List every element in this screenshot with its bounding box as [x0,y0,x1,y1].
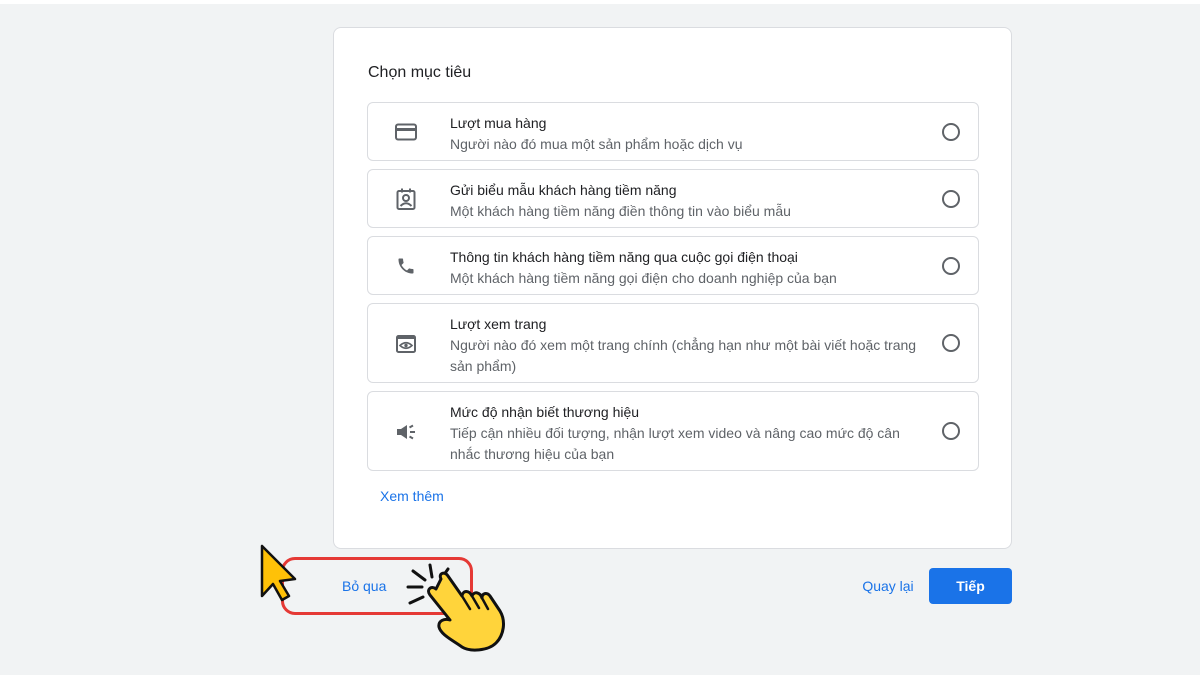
radio-brand-awareness[interactable] [942,422,960,440]
option-title: Mức độ nhận biết thương hiệu [450,404,640,420]
option-description: Tiếp cận nhiều đối tượng, nhận lượt xem … [450,425,900,462]
contact-form-icon [394,187,418,211]
radio-purchase[interactable] [942,123,960,141]
option-description: Người nào đó mua một sản phẩm hoặc dịch … [450,136,743,152]
card-title: Chọn mục tiêu [368,64,472,81]
option-title: Gửi biểu mẫu khách hàng tiềm năng [450,182,677,198]
top-frame-border [0,0,1200,4]
option-phone-lead[interactable]: Thông tin khách hàng tiềm năng qua cuộc … [367,236,979,295]
option-title: Lượt mua hàng [450,115,547,131]
skip-button[interactable]: Bỏ qua [342,578,386,594]
pointing-hand-icon [406,563,505,652]
next-button[interactable]: Tiếp [929,568,1012,604]
option-description: Một khách hàng tiềm năng gọi điện cho do… [450,270,837,286]
radio-page-view[interactable] [942,334,960,352]
goal-selection-card: Chọn mục tiêu Lượt mua hàng Người nào đó… [333,27,1012,549]
credit-card-icon [394,120,418,144]
see-more-link[interactable]: Xem thêm [380,488,444,504]
page-view-icon [394,332,418,356]
radio-phone-lead[interactable] [942,257,960,275]
radio-lead-form[interactable] [942,190,960,208]
option-brand-awareness[interactable]: Mức độ nhận biết thương hiệu Tiếp cận nh… [367,391,979,471]
option-title: Lượt xem trang [450,316,547,332]
option-description: Người nào đó xem một trang chính (chẳng … [450,337,917,374]
option-purchase[interactable]: Lượt mua hàng Người nào đó mua một sản p… [367,102,979,161]
mouse-cursor-icon [260,544,297,602]
back-button[interactable]: Quay lại [853,568,923,604]
option-description: Một khách hàng tiềm năng điền thông tin … [450,203,791,219]
phone-icon [394,254,418,278]
option-lead-form[interactable]: Gửi biểu mẫu khách hàng tiềm năng Một kh… [367,169,979,228]
option-page-view[interactable]: Lượt xem trang Người nào đó xem một tran… [367,303,979,383]
option-title: Thông tin khách hàng tiềm năng qua cuộc … [450,249,798,265]
megaphone-icon [394,420,418,444]
